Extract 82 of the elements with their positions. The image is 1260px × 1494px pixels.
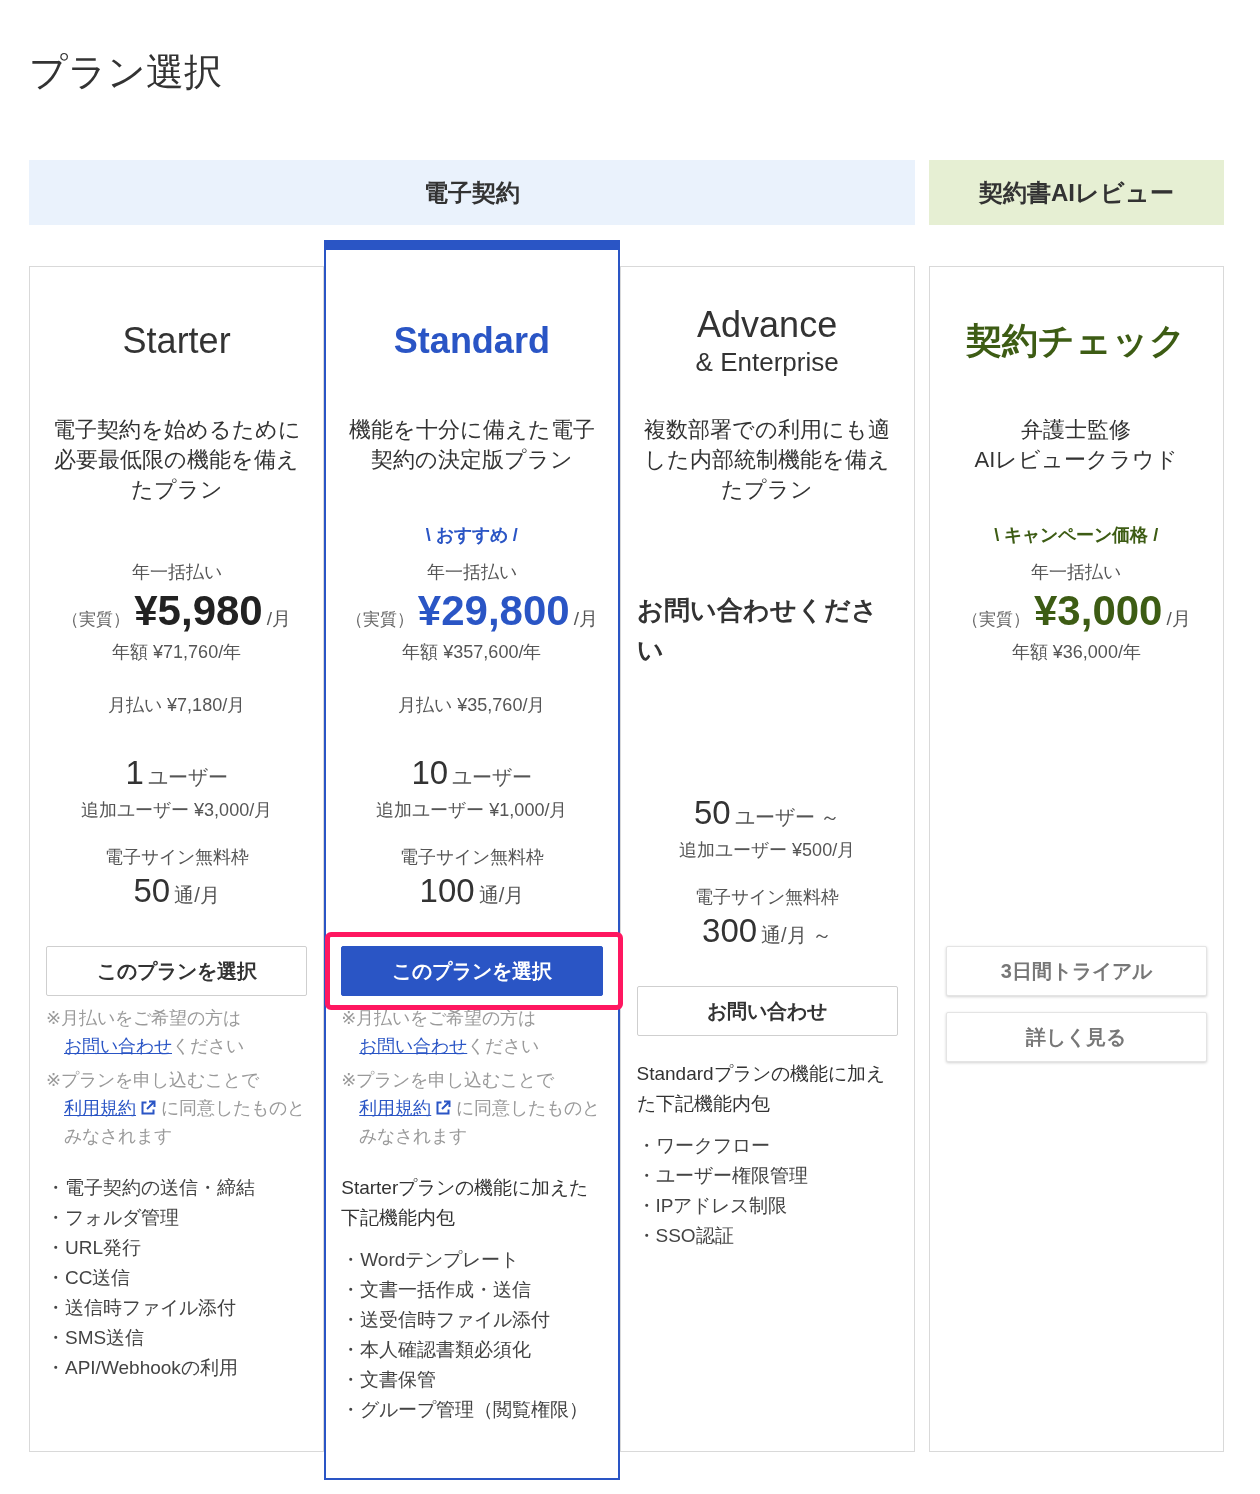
user-unit: ユーザー xyxy=(147,765,228,790)
plan-description: 弁護士監修 AIレビュークラウド xyxy=(973,416,1180,474)
price-unit: /月 xyxy=(1166,607,1191,631)
signature-quota-label: 電子サイン無料枠 xyxy=(695,886,840,909)
signature-count: 100 xyxy=(419,871,475,911)
signature-unit: 通/月 xyxy=(478,883,525,908)
category-header: 契約書AIレビュー xyxy=(928,160,1224,225)
plan-name: Starter xyxy=(122,320,231,362)
feature-item: ・CC送信 xyxy=(46,1266,132,1290)
plan-subname: & Enterprise xyxy=(695,346,839,378)
note-text: ※プランを申し込むことで 利用規約 に同意したものとみなされます xyxy=(341,1069,602,1148)
user-unit: ユーザー ～ xyxy=(734,805,841,830)
text-link[interactable]: 利用規約 xyxy=(359,1098,432,1118)
note-text: ※プランを申し込むことで 利用規約 に同意したものとみなされます xyxy=(46,1069,306,1148)
annual-price: 年額 ¥357,600/年 xyxy=(402,641,542,664)
feature-item: ・ワークフロー xyxy=(636,1134,771,1158)
feature-item: ・SMS送信 xyxy=(46,1326,146,1350)
monthly-price: 月払い ¥35,760/月 xyxy=(398,694,546,717)
user-count: 1 xyxy=(125,753,144,793)
plan-action-button[interactable]: お問い合わせ xyxy=(636,986,898,1036)
plan-description: 複数部署での利用にも適した内部統制機能を備えたプラン xyxy=(643,416,892,504)
annual-price: 年額 ¥36,000/年 xyxy=(1011,641,1141,664)
category-header: 電子契約 xyxy=(29,160,915,225)
price-qualifier: （実質） xyxy=(345,609,414,631)
price-unit: /月 xyxy=(573,607,598,631)
text-link[interactable]: 利用規約 xyxy=(64,1098,136,1118)
feature-item: ・送受信時ファイル添付 xyxy=(341,1308,552,1332)
monthly-price: 月払い ¥7,180/月 xyxy=(108,694,246,717)
feature-item: ・文書一括作成・送信 xyxy=(341,1278,533,1302)
feature-item: ・本人確認書類必須化 xyxy=(341,1338,533,1362)
text-link[interactable]: お問い合わせ xyxy=(359,1036,468,1056)
plan-action-button[interactable]: 3日間トライアル xyxy=(945,946,1207,996)
feature-item: ・IPアドレス制限 xyxy=(636,1194,789,1218)
price-amount: ¥29,800 xyxy=(417,587,570,635)
plan-description: 機能を十分に備えた電子契約の決定版プラン xyxy=(347,416,596,474)
price-qualifier: （実質） xyxy=(62,609,131,631)
price-amount: ¥3,000 xyxy=(1034,587,1163,635)
annual-price: 年額 ¥71,760/年 xyxy=(112,641,242,664)
contact-message: お問い合わせください xyxy=(636,594,879,667)
price-qualifier: （実質） xyxy=(962,609,1030,631)
feature-item: ・Wordテンプレート xyxy=(341,1248,521,1272)
feature-item: ・グループ管理（閲覧権限） xyxy=(341,1398,590,1422)
feature-item: ・送信時ファイル添付 xyxy=(46,1296,237,1320)
promo-label: \ おすすめ / xyxy=(425,524,518,547)
features-intro: Standardプランの機能に加えた下記機能内包 xyxy=(636,1062,886,1116)
user-count: 50 xyxy=(694,793,731,833)
feature-item: ・電子契約の送信・締結 xyxy=(46,1176,256,1200)
feature-item: ・URL発行 xyxy=(46,1236,142,1260)
feature-item: ・API/Webhookの利用 xyxy=(46,1356,239,1380)
text-link[interactable]: お問い合わせ xyxy=(64,1036,172,1056)
billing-label: 年一括払い xyxy=(1031,561,1122,584)
additional-user-price: 追加ユーザー ¥3,000/月 xyxy=(81,799,273,822)
feature-item: ・文書保管 xyxy=(341,1368,438,1392)
feature-item: ・SSO認証 xyxy=(636,1224,735,1248)
signature-quota-label: 電子サイン無料枠 xyxy=(104,846,249,869)
user-unit: ユーザー xyxy=(452,765,533,790)
plan-name: 契約チェック xyxy=(966,320,1187,362)
price-unit: /月 xyxy=(266,607,291,631)
signature-quota-label: 電子サイン無料枠 xyxy=(399,846,544,869)
feature-item: ・ユーザー権限管理 xyxy=(636,1164,809,1188)
signature-unit: 通/月 ～ xyxy=(761,923,833,948)
signature-count: 300 xyxy=(702,911,758,951)
price-amount: ¥5,980 xyxy=(134,587,263,635)
billing-label: 年一括払い xyxy=(426,561,517,584)
plan-action-button[interactable]: 詳しく見る xyxy=(945,1012,1207,1062)
additional-user-price: 追加ユーザー ¥500/月 xyxy=(679,839,856,862)
additional-user-price: 追加ユーザー ¥1,000/月 xyxy=(376,799,568,822)
note-text: ※月払いをご希望の方は お問い合わせ ください xyxy=(46,1007,245,1058)
plan-action-button[interactable]: このプランを選択 xyxy=(341,946,603,996)
page-title: プラン選択 xyxy=(29,50,223,94)
billing-label: 年一括払い xyxy=(131,561,222,584)
features-intro: Starterプランの機能に加えた下記機能内包 xyxy=(341,1176,590,1230)
plan-description: 電子契約を始めるために必要最低限の機能を備えたプラン xyxy=(51,416,302,504)
plan-name: Standard xyxy=(393,320,550,362)
user-count: 10 xyxy=(411,753,449,793)
plan-name: Advance xyxy=(697,304,838,346)
feature-item: ・フォルダ管理 xyxy=(46,1206,180,1230)
plan-action-button[interactable]: このプランを選択 xyxy=(46,946,308,996)
signature-unit: 通/月 xyxy=(174,883,220,908)
note-text: ※月払いをご希望の方は お問い合わせ ください xyxy=(341,1007,541,1058)
signature-count: 50 xyxy=(133,871,171,911)
promo-label: \ キャンペーン価格 / xyxy=(994,524,1159,547)
